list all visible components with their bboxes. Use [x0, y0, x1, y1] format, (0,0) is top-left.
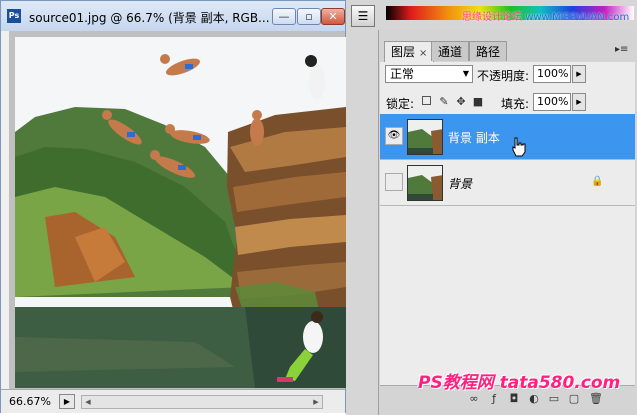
lock-transparency-icon[interactable]	[422, 96, 434, 108]
lock-label: 锁定:	[386, 97, 415, 111]
cliff-jump-photo	[15, 37, 346, 388]
restore-icon: ▫	[305, 10, 313, 23]
layer-style-icon[interactable]: ƒ	[487, 392, 501, 406]
opacity-label: 不透明度:	[477, 69, 530, 83]
layer-name[interactable]: 背景 副本	[448, 129, 500, 146]
minimize-icon: —	[278, 10, 290, 23]
status-bar: 66.67% ▶ ◀ ▶	[1, 389, 345, 413]
tab-channels-label: 通道	[438, 45, 463, 59]
new-group-icon[interactable]: ▭	[547, 392, 561, 406]
panel-menu-icon[interactable]: ▸≡	[615, 44, 628, 55]
zoom-field[interactable]: 66.67%	[9, 395, 51, 408]
visibility-toggle[interactable]	[385, 173, 403, 191]
adjustment-layer-icon[interactable]: ◐	[527, 392, 541, 406]
panel-toggle-button[interactable]: ☰	[351, 5, 375, 27]
opacity-input[interactable]: 100%	[533, 65, 571, 83]
photoshop-icon: Ps	[7, 9, 21, 23]
fill-label: 填充:	[501, 97, 530, 111]
blend-mode-value: 正常	[390, 67, 415, 81]
scroll-right-icon[interactable]: ▶	[310, 396, 322, 408]
fill-input[interactable]: 100%	[533, 93, 571, 111]
minimize-button[interactable]: —	[272, 8, 296, 25]
lock-all-icon[interactable]: ■	[472, 96, 484, 108]
tab-channels[interactable]: 通道	[431, 41, 470, 61]
layer-row[interactable]: 背景 🔒	[380, 160, 635, 206]
canvas-area[interactable]	[9, 31, 346, 389]
panel-dock-strip	[346, 0, 378, 415]
tab-paths[interactable]: 路径	[469, 41, 508, 61]
horizontal-scrollbar[interactable]: ◀ ▶	[81, 395, 323, 409]
layer-name[interactable]: 背景	[448, 175, 472, 192]
new-layer-icon[interactable]: ▢	[567, 392, 581, 406]
eye-icon[interactable]: 👁	[385, 127, 403, 145]
site-watermark: PS教程网 tata580.com	[418, 373, 621, 393]
panel-toggle-icon: ☰	[357, 9, 369, 23]
status-menu-button[interactable]: ▶	[59, 394, 75, 409]
forum-watermark-cn: 思缘设计论坛	[462, 12, 522, 23]
document-photo[interactable]	[15, 37, 346, 388]
link-layers-icon[interactable]: ∞	[467, 392, 481, 406]
layer-thumbnail	[407, 165, 443, 201]
close-button[interactable]: ✕	[321, 8, 345, 25]
layer-thumbnail-image	[408, 120, 442, 154]
layer-mask-icon[interactable]: ◘	[507, 392, 521, 406]
tab-layers-label: 图层	[391, 45, 416, 59]
document-titlebar[interactable]: Ps source01.jpg @ 66.7% (背景 副本, RGB... —…	[1, 1, 345, 31]
document-window: Ps source01.jpg @ 66.7% (背景 副本, RGB... —…	[0, 0, 346, 413]
lock-image-icon[interactable]: ✎	[438, 96, 450, 108]
close-icon: ✕	[328, 10, 338, 23]
forum-watermark: 思缘设计论坛 www.MISSVUAN.com	[462, 8, 629, 23]
layer-thumbnail-image	[408, 166, 442, 200]
lock-position-icon[interactable]: ✥	[455, 96, 467, 108]
chevron-down-icon: ▼	[462, 69, 469, 78]
tab-layers[interactable]: 图层 ×	[384, 41, 435, 63]
tab-paths-label: 路径	[476, 45, 501, 59]
hand-cursor-icon	[512, 137, 526, 157]
layer-row[interactable]: 👁 背景 副本	[380, 114, 635, 160]
document-title: source01.jpg @ 66.7% (背景 副本, RGB...	[29, 11, 270, 25]
layer-thumbnail	[407, 119, 443, 155]
lock-icon: 🔒	[591, 176, 604, 187]
forum-watermark-url: www.MISSVUAN.com	[525, 12, 630, 23]
tab-close-icon[interactable]: ×	[419, 48, 427, 59]
opacity-slider-button[interactable]: ▶	[572, 65, 586, 83]
blend-mode-select[interactable]: 正常 ▼	[385, 65, 473, 83]
delete-layer-icon[interactable]: 🗑	[589, 392, 603, 406]
restore-button[interactable]: ▫	[297, 8, 321, 25]
fill-slider-button[interactable]: ▶	[572, 93, 586, 111]
scroll-left-icon[interactable]: ◀	[82, 396, 94, 408]
